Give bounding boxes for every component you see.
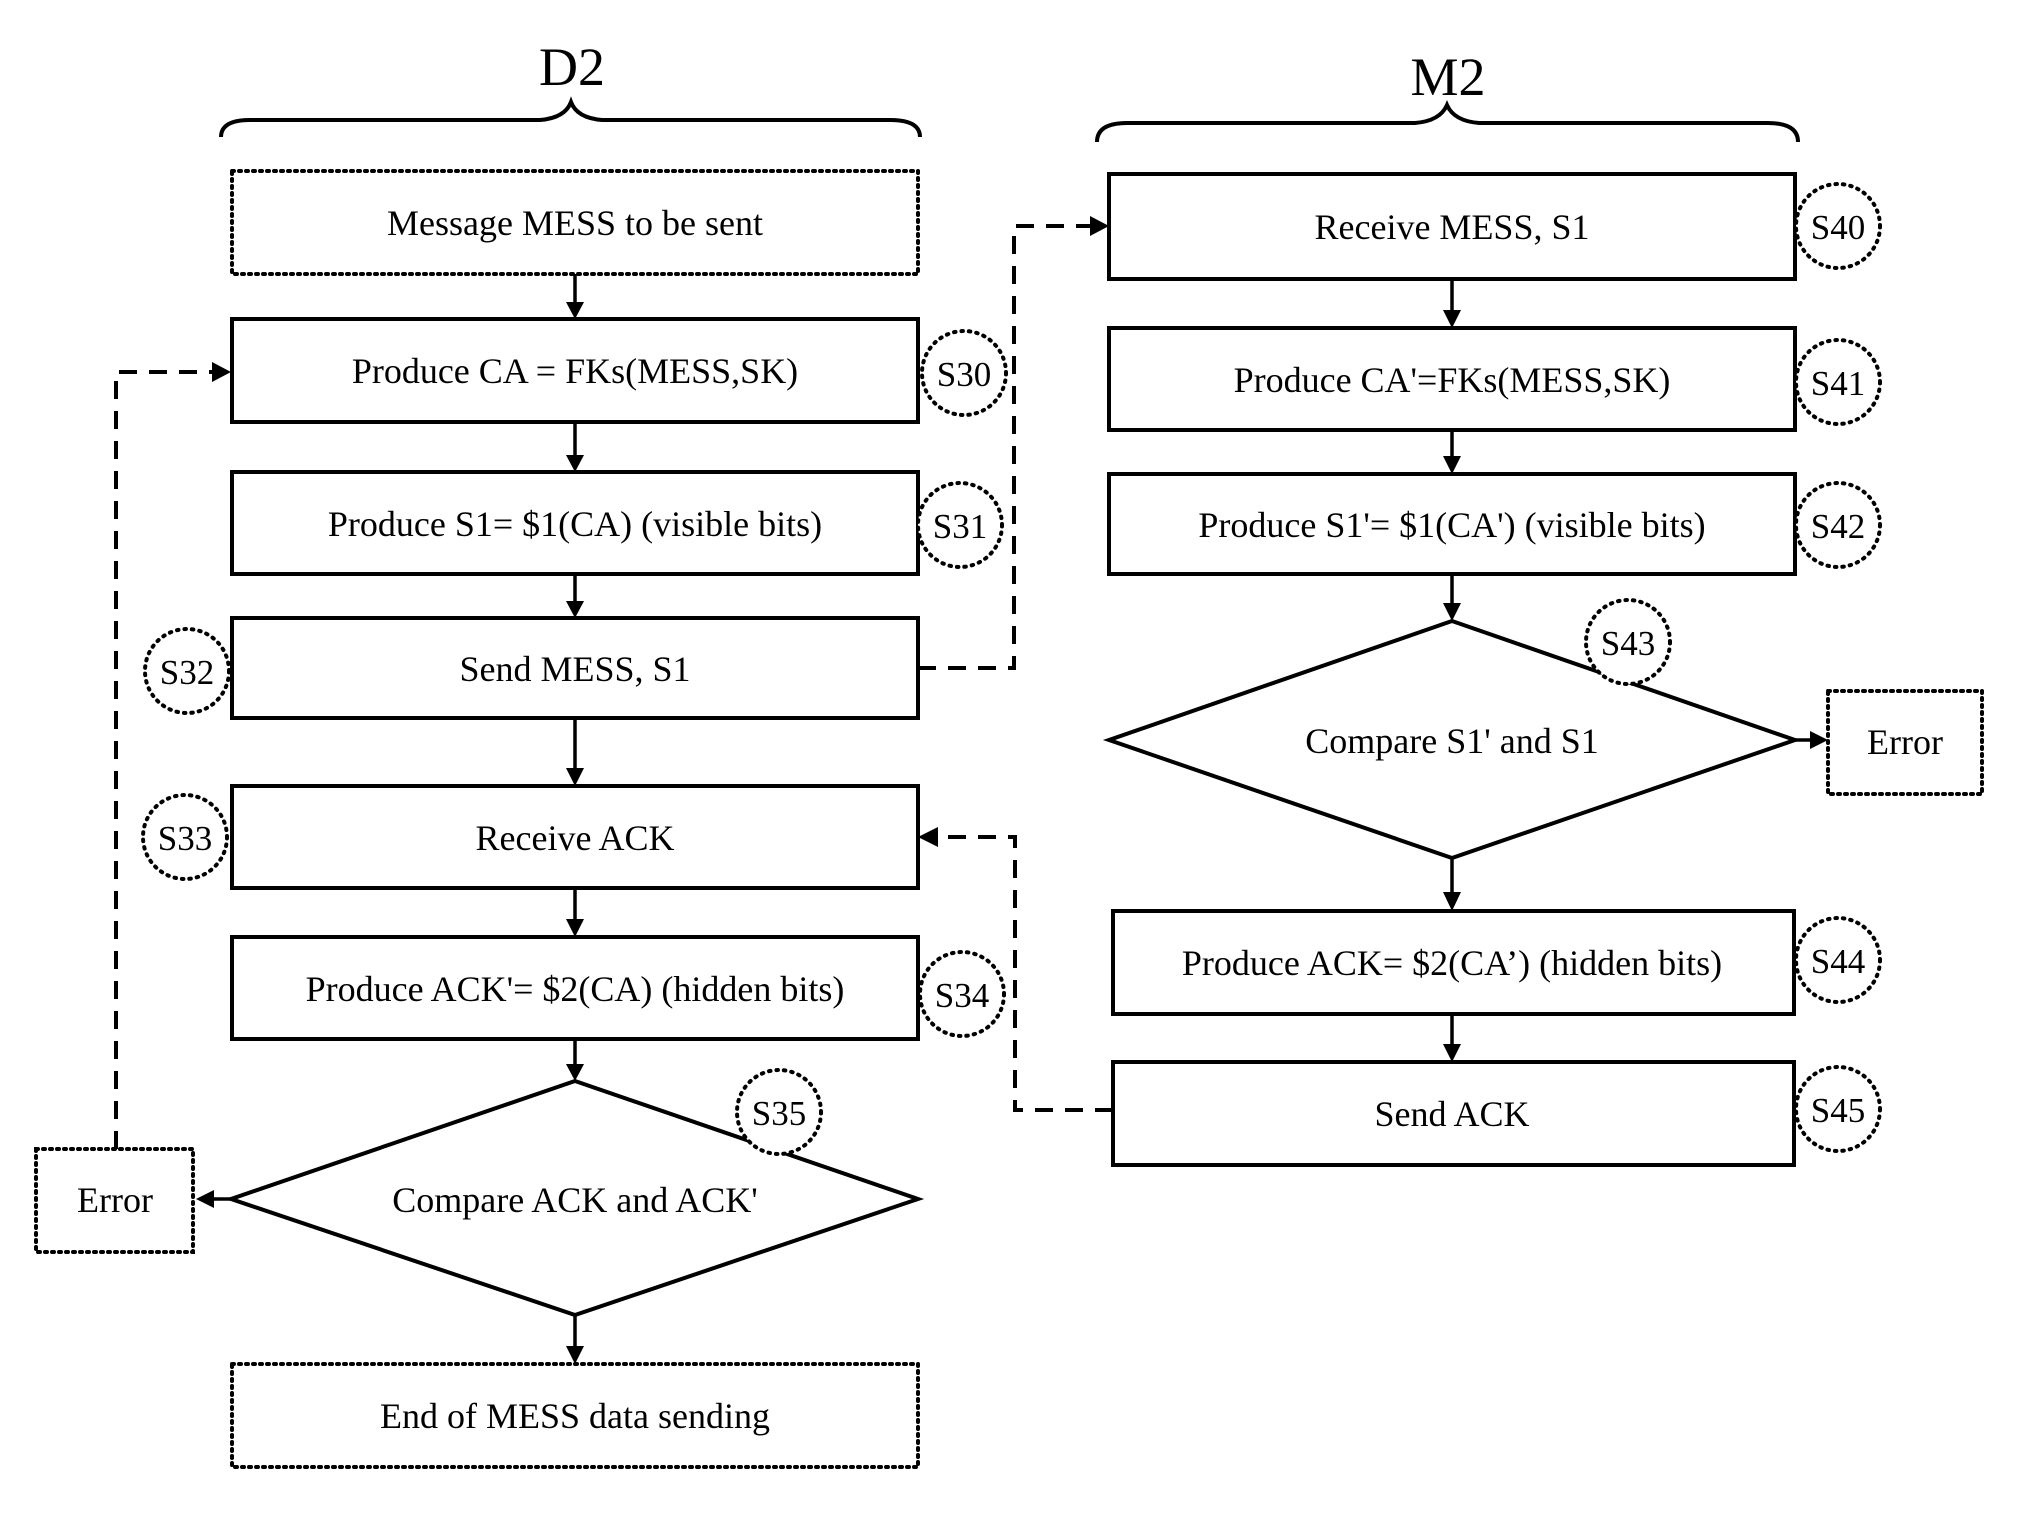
svg-text:S30: S30 <box>937 355 991 394</box>
arrowhead-icon <box>1443 310 1461 328</box>
step-s41: Produce CA'=FKs(MESS,SK) <box>1107 326 1797 432</box>
step-badge-s34: S34 <box>918 950 1006 1038</box>
step-s30: Produce CA = FKs(MESS,SK) <box>230 317 920 424</box>
step-badge-s45: S45 <box>1794 1065 1882 1153</box>
arrowhead-icon <box>566 1346 584 1364</box>
svg-text:S41: S41 <box>1811 364 1865 403</box>
step-s40: Receive MESS, S1 <box>1107 172 1797 281</box>
step-s34: Produce ACK'= $2(CA) (hidden bits) <box>230 935 920 1041</box>
start-node-label: Message MESS to be sent <box>387 203 763 243</box>
step-badge-s31: S31 <box>916 481 1004 569</box>
step-s31-label: Produce S1= $1(CA) (visible bits) <box>328 504 822 544</box>
step-s45-label: Send ACK <box>1374 1094 1529 1134</box>
svg-text:S31: S31 <box>933 507 987 546</box>
step-badge-s42: S42 <box>1794 481 1882 569</box>
arrowhead-icon <box>1810 731 1828 749</box>
svg-text:S42: S42 <box>1811 507 1865 546</box>
arrowhead-icon <box>566 601 584 618</box>
step-s44-label: Produce ACK= $2(CA’) (hidden bits) <box>1182 943 1722 983</box>
step-s34-label: Produce ACK'= $2(CA) (hidden bits) <box>306 969 845 1009</box>
brace-d2 <box>219 96 922 138</box>
arrowhead-icon <box>1443 892 1461 911</box>
message-connector <box>918 224 1090 670</box>
arrowhead-icon <box>566 302 584 319</box>
error-node-right-label: Error <box>1867 722 1943 762</box>
arrowhead-icon <box>566 768 584 786</box>
step-s42: Produce S1'= $1(CA') (visible bits) <box>1107 472 1797 576</box>
step-s45: Send ACK <box>1111 1060 1796 1167</box>
step-s33-label: Receive ACK <box>476 818 675 858</box>
step-s41-label: Produce CA'=FKs(MESS,SK) <box>1234 360 1671 400</box>
svg-text:S43: S43 <box>1601 624 1655 663</box>
step-badge-s40: S40 <box>1794 182 1882 270</box>
svg-text:S40: S40 <box>1811 208 1865 247</box>
step-badge-s33: S33 <box>141 793 229 881</box>
step-s31: Produce S1= $1(CA) (visible bits) <box>230 470 920 576</box>
svg-text:S34: S34 <box>935 976 989 1015</box>
flowchart-diagram: D2 M2 Message MESS to be sent Produce CA… <box>34 37 1984 1469</box>
step-badge-s35: S35 <box>735 1068 823 1156</box>
svg-text:S44: S44 <box>1811 942 1865 981</box>
step-badge-s30: S30 <box>920 329 1008 417</box>
arrowhead-icon <box>196 1190 214 1208</box>
arrowhead-icon <box>1090 216 1109 236</box>
step-s32: Send MESS, S1 <box>230 616 920 720</box>
arrowhead-icon <box>918 827 938 847</box>
step-s30-label: Produce CA = FKs(MESS,SK) <box>352 351 798 391</box>
svg-text:S32: S32 <box>160 653 214 692</box>
step-badge-s44: S44 <box>1794 916 1882 1004</box>
arrowhead-icon <box>566 1064 584 1081</box>
end-node: End of MESS data sending <box>230 1362 920 1469</box>
decision-s43-label: Compare S1' and S1 <box>1305 721 1598 761</box>
svg-text:S45: S45 <box>1811 1091 1865 1130</box>
step-badge-s43: S43 <box>1584 598 1672 686</box>
error-node-right: Error <box>1826 689 1984 796</box>
error-node-left: Error <box>34 1147 195 1254</box>
brace-m2 <box>1095 100 1800 143</box>
arrowhead-icon <box>566 919 584 937</box>
step-badge-s32: S32 <box>143 627 231 715</box>
step-badge-s41: S41 <box>1794 338 1882 426</box>
svg-text:S35: S35 <box>752 1094 806 1133</box>
decision-s35-label: Compare ACK and ACK' <box>392 1180 757 1220</box>
end-node-label: End of MESS data sending <box>380 1396 770 1436</box>
start-node: Message MESS to be sent <box>230 169 920 276</box>
arrowhead-icon <box>566 455 584 472</box>
arrowhead-icon <box>1443 456 1461 474</box>
lane-label-d2: D2 <box>539 37 605 97</box>
step-s40-label: Receive MESS, S1 <box>1315 207 1590 247</box>
arrowhead-icon <box>1443 603 1461 621</box>
decision-s43: Compare S1' and S1 <box>1102 618 1802 861</box>
retry-connector <box>114 370 212 1149</box>
arrowhead-icon <box>1443 1044 1461 1062</box>
svg-text:S33: S33 <box>158 819 212 858</box>
step-s32-label: Send MESS, S1 <box>459 649 690 689</box>
error-node-left-label: Error <box>77 1180 153 1220</box>
step-s33: Receive ACK <box>230 784 920 890</box>
arrowhead-icon <box>212 362 231 382</box>
step-s42-label: Produce S1'= $1(CA') (visible bits) <box>1198 505 1705 545</box>
lane-label-m2: M2 <box>1410 47 1485 107</box>
step-s44: Produce ACK= $2(CA’) (hidden bits) <box>1111 909 1796 1016</box>
